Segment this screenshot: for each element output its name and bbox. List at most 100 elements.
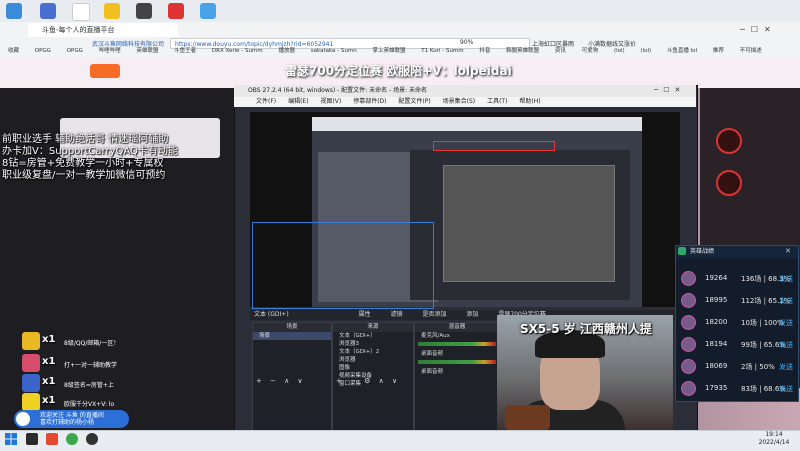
rank-row[interactable]: 18194 99场 | 65.6% 发送 bbox=[679, 336, 793, 352]
bookmark-item[interactable]: 抖音 bbox=[479, 48, 490, 54]
rank-row[interactable]: 18200 10场 | 100% 发送 bbox=[679, 314, 793, 330]
menu-docks[interactable]: 停靠部件(D) bbox=[353, 98, 386, 105]
app-icon[interactable] bbox=[200, 3, 216, 19]
gift-icon bbox=[22, 332, 40, 350]
bookmark-item[interactable]: (lol) bbox=[640, 48, 651, 54]
bookmark-item[interactable]: 资讯 bbox=[555, 48, 566, 54]
obs-window-controls[interactable]: ─☐✕ bbox=[654, 86, 685, 94]
bookmark-item[interactable]: DRX Xerie - Summ bbox=[212, 48, 263, 54]
rank-score: 17935 bbox=[705, 384, 728, 392]
bookmark-bar: 收藏 OPGG OPGG 哔哩哔哩 英雄联盟 斗鱼王者 DRX Xerie - … bbox=[0, 46, 800, 57]
rank-score: 18200 bbox=[705, 318, 728, 326]
bookmark-item[interactable]: sakataka - Sumn bbox=[311, 48, 357, 54]
scenes-header: 场景 bbox=[253, 323, 331, 332]
source-bounding-box[interactable] bbox=[252, 222, 434, 309]
zoom-level[interactable]: 90% bbox=[460, 39, 473, 46]
bookmark-item[interactable]: 播放器 bbox=[278, 48, 295, 54]
app-icon[interactable] bbox=[168, 3, 184, 19]
douyu-logo[interactable] bbox=[90, 64, 120, 78]
app-icon[interactable] bbox=[104, 3, 120, 19]
menu-scene-collection[interactable]: 场景集合(S) bbox=[443, 98, 476, 105]
gift-text: 8级/QQ/邮箱/一区！ bbox=[64, 340, 120, 347]
browser-tab[interactable]: 斗鱼-每个人的直播平台 bbox=[28, 23, 178, 37]
overlay-line: 前职业选手 辅助绝活哥 情迷瑶阿辅助 bbox=[2, 134, 169, 145]
bookmark-item[interactable]: (lol) bbox=[614, 48, 625, 54]
bookmark-item[interactable]: 韩服英雄联盟 bbox=[506, 48, 539, 54]
browser-icon[interactable] bbox=[66, 433, 78, 445]
welcome-bubble[interactable]: 欢迎关注 斗鱼 的直播间 喜欢打辅助的杨小杨 bbox=[14, 410, 129, 428]
gift-text: 打+一对一辅助教学 bbox=[64, 362, 118, 369]
bookmark-item[interactable]: 收藏 bbox=[8, 48, 19, 54]
clock-date: 2022/4/14 bbox=[758, 439, 790, 446]
bookmark-item[interactable]: 斗鱼直播 lol bbox=[667, 48, 697, 54]
toolbar-option[interactable]: 是否添加 bbox=[422, 311, 446, 318]
system-clock[interactable]: 19:14 2022/4/14 bbox=[752, 431, 796, 447]
scene-item[interactable]: 场景 bbox=[253, 332, 331, 340]
bookmark-item[interactable]: 推荐 bbox=[713, 48, 724, 54]
sources-header: 来源 bbox=[333, 323, 413, 332]
menu-profile[interactable]: 配置文件(P) bbox=[398, 98, 430, 105]
menu-view[interactable]: 视图(V) bbox=[320, 98, 341, 105]
avatar[interactable] bbox=[716, 170, 742, 196]
mixer-channel-label: 桌面音频 bbox=[421, 369, 444, 375]
app-icon[interactable] bbox=[6, 3, 22, 19]
panel-icon bbox=[678, 247, 686, 255]
overlay-line: 职业级复盘/一对一教学加微信可预约 bbox=[2, 170, 166, 181]
search-icon[interactable] bbox=[26, 433, 38, 445]
rank-stat: 10场 | 100% bbox=[741, 319, 784, 327]
bookmark-item[interactable]: OPGG bbox=[67, 48, 83, 54]
toolbar-option[interactable]: 添加 bbox=[466, 311, 478, 318]
send-link[interactable]: 发送 bbox=[779, 340, 793, 350]
avatar[interactable] bbox=[716, 128, 742, 154]
send-link[interactable]: 发送 bbox=[779, 318, 793, 328]
rank-row[interactable]: 17935 83场 | 68.6% 发送 bbox=[679, 380, 793, 396]
app-icon[interactable] bbox=[46, 433, 58, 445]
bookmark-item[interactable]: 可爱狗 bbox=[582, 48, 599, 54]
obs-icon[interactable] bbox=[86, 433, 98, 445]
overlay-line: 办卡加V：SupportCarryQAQ卡有动能 bbox=[2, 146, 178, 157]
rank-row[interactable]: 18069 2场 | 50% 发送 bbox=[679, 358, 793, 374]
windows-start-icon[interactable] bbox=[5, 433, 17, 445]
gift-notice: x1 8级签名=房管+上 bbox=[22, 374, 222, 392]
menu-tools[interactable]: 工具(T) bbox=[487, 98, 507, 105]
obs-menu-bar: 文件(F) 编辑(E) 视图(V) 停靠部件(D) 配置文件(P) 场景集合(S… bbox=[234, 97, 696, 107]
send-link[interactable]: 发送 bbox=[779, 274, 793, 284]
bookmark-item[interactable]: T1 Kuri - Summ bbox=[421, 48, 463, 54]
rank-row[interactable]: 19264 136场 | 68.3% 发送 bbox=[679, 270, 793, 286]
rank-row[interactable]: 18995 112场 | 65.1% 发送 bbox=[679, 292, 793, 308]
welcome-line: 欢迎关注 斗鱼 的直播间 bbox=[40, 412, 104, 419]
app-icon[interactable] bbox=[136, 3, 152, 19]
menu-help[interactable]: 帮助(H) bbox=[519, 98, 540, 105]
bookmark-item[interactable]: 英雄联盟 bbox=[136, 48, 158, 54]
keyboard bbox=[505, 405, 550, 430]
gift-text: 8级签名=房管+上 bbox=[64, 382, 114, 389]
bookmark-item[interactable]: OPGG bbox=[35, 48, 51, 54]
gift-icon bbox=[22, 374, 40, 392]
gift-text: 欧服千分VX+V: lo bbox=[64, 401, 115, 408]
send-link[interactable]: 发送 bbox=[779, 296, 793, 306]
source-item[interactable]: 图像 bbox=[333, 364, 413, 372]
obs-title-bar: OBS 27.2.4 (64 bit, windows) - 配置文件: 未命名… bbox=[234, 85, 696, 97]
bookmark-item[interactable]: 斗鱼王者 bbox=[174, 48, 196, 54]
recursive-obs-inner bbox=[443, 165, 615, 282]
menu-file[interactable]: 文件(F) bbox=[256, 98, 276, 105]
source-controls[interactable]: + − ⚙ ∧ ∨ bbox=[336, 377, 400, 385]
properties-button[interactable]: 属性 bbox=[359, 311, 371, 318]
document-icon[interactable] bbox=[72, 3, 90, 21]
window-controls[interactable]: ─☐✕ bbox=[740, 25, 777, 34]
source-item[interactable]: 浏览器3 bbox=[333, 340, 413, 348]
send-link[interactable]: 发送 bbox=[779, 384, 793, 394]
bookmark-item[interactable]: 掌上英雄联盟 bbox=[372, 48, 405, 54]
menu-edit[interactable]: 编辑(E) bbox=[288, 98, 308, 105]
word-icon[interactable] bbox=[40, 3, 56, 19]
scene-controls[interactable]: + − ∧ ∨ bbox=[256, 377, 306, 385]
filters-button[interactable]: 滤镜 bbox=[391, 311, 403, 318]
source-item[interactable]: 文本（GDI+）2 bbox=[333, 348, 413, 356]
bookmark-item[interactable]: 哔哩哔哩 bbox=[99, 48, 121, 54]
close-icon[interactable]: ✕ bbox=[785, 247, 791, 255]
send-link[interactable]: 发送 bbox=[779, 362, 793, 372]
source-item[interactable]: 浏览器 bbox=[333, 356, 413, 364]
hero-avatar bbox=[681, 315, 696, 330]
source-item[interactable]: 文本（GDI+） bbox=[333, 332, 413, 340]
bookmark-item[interactable]: 不可描述 bbox=[740, 48, 762, 54]
